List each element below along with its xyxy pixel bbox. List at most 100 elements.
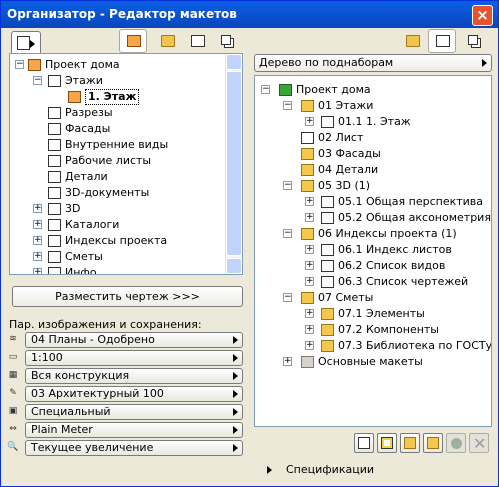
combo-value: Специальный [31, 405, 111, 418]
layout-tree-item[interactable]: +01.1 1. Этаж [255, 114, 491, 130]
layout-tree-item[interactable]: +06.2 Список видов [255, 258, 491, 274]
display-option-combo[interactable]: 03 Архитектурный 100 [25, 386, 243, 402]
scroll-thumb[interactable] [226, 71, 242, 256]
display-option-combo[interactable]: 04 Планы - Одобрено [25, 332, 243, 348]
project-map-tree[interactable]: − Проект дома − Этажи 1. Этаж Разрезы Фасады Вн… [9, 53, 243, 275]
expand-icon[interactable]: + [305, 309, 314, 318]
expand-icon[interactable]: + [305, 261, 314, 270]
expand-icon[interactable]: + [283, 357, 292, 366]
right-view-map-tab[interactable] [398, 29, 426, 53]
tree-item[interactable]: − Этажи [10, 73, 225, 89]
collapse-icon[interactable]: − [261, 85, 270, 94]
collapse-icon[interactable]: − [33, 76, 42, 85]
layout-tree-item[interactable]: +07.2 Компоненты [255, 322, 491, 338]
settings-button[interactable] [446, 433, 466, 453]
publisher-tab[interactable] [213, 29, 241, 53]
expand-icon[interactable]: + [305, 325, 314, 334]
tree-item[interactable]: + Сметы [10, 249, 225, 265]
new-master-icon [381, 437, 393, 449]
layout-tree-item[interactable]: +06.3 Список чертежей [255, 274, 491, 290]
expand-icon[interactable]: + [305, 277, 314, 286]
project-house-icon [28, 59, 41, 71]
tree-item[interactable]: + Индексы проекта [10, 233, 225, 249]
delete-button[interactable]: ✕ [469, 433, 489, 453]
layer-combination-icon: ≋ [9, 334, 17, 344]
folder-icon [161, 35, 175, 47]
project-map-tab[interactable] [119, 29, 147, 53]
right-publisher-tab[interactable] [460, 29, 488, 53]
layout-book-tab[interactable] [183, 29, 211, 53]
display-option-combo[interactable]: Текущее увеличение [25, 440, 243, 456]
layout-tree-item[interactable]: +07.1 Элементы [255, 306, 491, 322]
new-layout-icon [358, 437, 370, 449]
display-option-combo[interactable]: 1:100 [25, 350, 243, 366]
expand-icon[interactable]: + [305, 341, 314, 350]
send-to-layout-button[interactable] [11, 31, 41, 55]
scroll-down-button[interactable] [226, 258, 242, 274]
tree-item[interactable]: + Каталоги [10, 217, 225, 233]
display-option-combo[interactable]: Вся конструкция [25, 368, 243, 384]
place-drawing-button[interactable]: Разместить чертеж >>> [12, 286, 243, 307]
collapse-icon[interactable]: − [283, 101, 292, 110]
tree-mode-dropdown[interactable]: Дерево по поднаборам [254, 54, 492, 72]
tree-item[interactable]: Внутренние виды [10, 137, 225, 153]
layout-tree-item[interactable]: 02 Лист [255, 130, 491, 146]
layout-tree-item[interactable]: − 01 Этажи [255, 98, 491, 114]
layout-tree-item[interactable]: − 07 Сметы [255, 290, 491, 306]
display-option-combo[interactable]: Plain Meter [25, 422, 243, 438]
zoom-icon: 🔍 [7, 442, 19, 452]
info-icon [48, 267, 61, 274]
expand-icon[interactable]: + [33, 220, 42, 229]
tree-item[interactable]: Детали [10, 169, 225, 185]
layout-book-tree[interactable]: − Проект дома −01 Этажи +01.1 1. Этаж 02 Лис… [254, 75, 492, 427]
expand-icon[interactable]: + [33, 252, 42, 261]
collapse-icon[interactable]: − [283, 229, 292, 238]
right-layout-book-tab[interactable] [428, 29, 456, 53]
layout-tree-item[interactable]: 04 Детали [255, 162, 491, 178]
expand-icon[interactable]: + [305, 213, 314, 222]
layout-tree-item[interactable]: − Проект дома [255, 82, 491, 98]
layout-tree-item[interactable]: +06.1 Индекс листов [255, 242, 491, 258]
new-subset-folder-button[interactable] [423, 433, 443, 453]
layout-tree-item[interactable]: +05.2 Общая аксонометрия [255, 210, 491, 226]
tree-mode-value: Дерево по поднаборам [259, 56, 394, 69]
tree-item[interactable]: Фасады [10, 121, 225, 137]
collapse-icon[interactable]: − [283, 181, 292, 190]
specs-expand-icon[interactable] [267, 466, 272, 474]
pen-set-icon: ✎ [9, 388, 17, 398]
expand-icon[interactable]: + [305, 117, 314, 126]
view-map-tab[interactable] [153, 29, 181, 53]
expand-icon[interactable]: + [33, 236, 42, 245]
scroll-up-button[interactable] [226, 54, 242, 70]
new-master-button[interactable] [377, 433, 397, 453]
expand-icon[interactable]: + [33, 204, 42, 213]
specs-label[interactable]: Спецификации [286, 463, 374, 476]
layout-tree-label: 06.1 Индекс листов [338, 243, 452, 256]
layout-tree-item[interactable]: 03 Фасады [255, 146, 491, 162]
layout-tree-item[interactable]: +07.3 Библиотека по ГОСТу [255, 338, 491, 354]
tree-item[interactable]: 3D-документы [10, 185, 225, 201]
new-subset-button[interactable] [400, 433, 420, 453]
tree-scrollbar[interactable] [225, 54, 242, 274]
layout-tree-item[interactable]: − 05 3D (1) [255, 178, 491, 194]
collapse-icon[interactable]: − [283, 293, 292, 302]
expand-icon[interactable]: + [305, 245, 314, 254]
expand-icon[interactable]: + [33, 268, 42, 274]
layout-tree-label: 07 Сметы [318, 291, 374, 304]
new-layout-button[interactable] [354, 433, 374, 453]
close-button[interactable]: × [472, 5, 493, 26]
tree-item[interactable]: − Проект дома [10, 57, 225, 73]
organizer-window: Организатор - Редактор макетов × − Проект… [0, 0, 499, 487]
collapse-icon[interactable]: − [15, 60, 24, 69]
layout-tree-item[interactable]: +05.1 Общая перспектива [255, 194, 491, 210]
tree-item[interactable]: + Инфо [10, 265, 225, 274]
layout-icon [321, 276, 334, 288]
layout-tree-item[interactable]: + Основные макеты [255, 354, 491, 370]
tree-item[interactable]: Разрезы [10, 105, 225, 121]
tree-item[interactable]: Рабочие листы [10, 153, 225, 169]
tree-item[interactable]: +3D [10, 201, 225, 217]
display-option-combo[interactable]: Специальный [25, 404, 243, 420]
tree-item[interactable]: 1. Этаж [10, 89, 225, 105]
expand-icon[interactable]: + [305, 197, 314, 206]
layout-tree-item[interactable]: − 06 Индексы проекта (1) [255, 226, 491, 242]
